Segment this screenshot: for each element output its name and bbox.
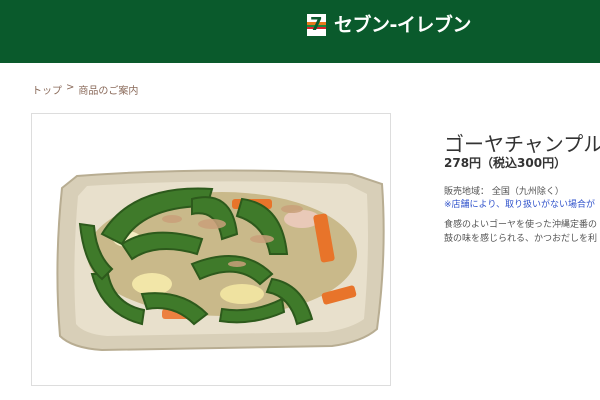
description-line: 鼓の味を感じられる、かつおだしを利 (444, 234, 598, 244)
breadcrumb: トップ > 商品のご案内 (32, 82, 138, 97)
availability-notice: ※店舗により、取り扱いがない場合が (444, 200, 596, 210)
product-info: ゴーヤチャンプル 278円（税込300円） 販売地域： 全国（九州除く） ※店舗… (444, 0, 600, 400)
breadcrumb-top-link[interactable]: トップ (32, 82, 62, 97)
breadcrumb-separator: > (66, 82, 75, 93)
description-line: 食感のよいゴーヤを使った沖縄定番の (444, 220, 598, 230)
product-title: ゴーヤチャンプル (444, 132, 600, 156)
product-image (31, 113, 391, 386)
seven-eleven-logo-icon: 7 (307, 14, 326, 36)
food-photo-goya-chanpuru-icon (56, 169, 385, 352)
sales-region: 販売地域： 全国（九州除く） (444, 187, 564, 197)
product-description: 食感のよいゴーヤを使った沖縄定番の 鼓の味を感じられる、かつおだしを利 (444, 218, 600, 246)
product-price: 278円（税込300円） (444, 156, 567, 170)
breadcrumb-current: 商品のご案内 (78, 86, 139, 97)
